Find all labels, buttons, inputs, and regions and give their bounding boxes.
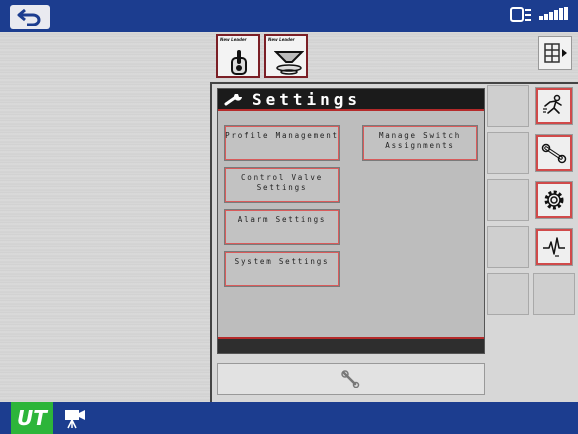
diagnostics-pulse-icon xyxy=(543,237,565,257)
run-screen-area xyxy=(0,32,210,402)
camera-button[interactable] xyxy=(62,406,88,430)
switch-toggle-icon xyxy=(231,50,247,75)
settings-footer-bar xyxy=(218,337,484,353)
tab-brand-label: New Leader xyxy=(268,37,295,42)
settings-header: Settings xyxy=(218,89,484,111)
wrench-icon xyxy=(224,94,242,106)
work-area: New Leader New Leader Settings Profile M… xyxy=(0,32,578,402)
camera-icon xyxy=(65,410,85,429)
grid-arrow-icon xyxy=(544,43,567,63)
module-tab-switch[interactable]: New Leader xyxy=(216,34,260,78)
wrench-outline-icon xyxy=(341,370,360,388)
alarm-settings-button[interactable]: Alarm Settings xyxy=(224,209,340,245)
tab-brand-label: New Leader xyxy=(220,37,247,42)
signal-strength-icon[interactable] xyxy=(538,6,570,24)
top-status-bar xyxy=(0,0,578,32)
bottom-bar: UT xyxy=(0,402,578,434)
main-frame: Settings Profile Management Manage Switc… xyxy=(210,82,578,402)
wrench-icon xyxy=(541,143,567,164)
side-slot-1 xyxy=(487,85,529,127)
running-person-icon xyxy=(543,94,562,114)
diagnostics-button[interactable] xyxy=(535,228,573,266)
gear-icon xyxy=(544,190,564,210)
system-settings-button[interactable]: System Settings xyxy=(224,251,340,287)
back-button[interactable] xyxy=(10,5,50,29)
tools-side-button[interactable] xyxy=(535,134,573,172)
screen-select-button[interactable] xyxy=(538,36,572,70)
module-tab-spreader[interactable]: New Leader xyxy=(264,34,308,78)
side-slot-3 xyxy=(487,179,529,221)
display-menu-icon[interactable] xyxy=(510,6,532,24)
status-indicators xyxy=(510,6,570,24)
manage-switch-assignments-button[interactable]: Manage Switch Assignments xyxy=(362,125,478,161)
side-slot-2 xyxy=(487,132,529,174)
page-title: Settings xyxy=(252,89,362,109)
side-slot-4 xyxy=(487,226,529,268)
control-valve-settings-button[interactable]: Control Valve Settings xyxy=(224,167,340,203)
side-slot-6 xyxy=(533,273,575,315)
back-arrow-icon xyxy=(17,8,41,26)
settings-side-button[interactable] xyxy=(535,181,573,219)
universal-terminal-button[interactable]: UT xyxy=(11,402,53,434)
operator-button[interactable] xyxy=(535,87,573,125)
settings-panel: Settings Profile Management Manage Switc… xyxy=(217,88,485,354)
profile-management-button[interactable]: Profile Management xyxy=(224,125,340,161)
spinner-spreader-icon xyxy=(274,51,304,75)
tools-button[interactable] xyxy=(217,363,485,395)
side-slot-5 xyxy=(487,273,529,315)
